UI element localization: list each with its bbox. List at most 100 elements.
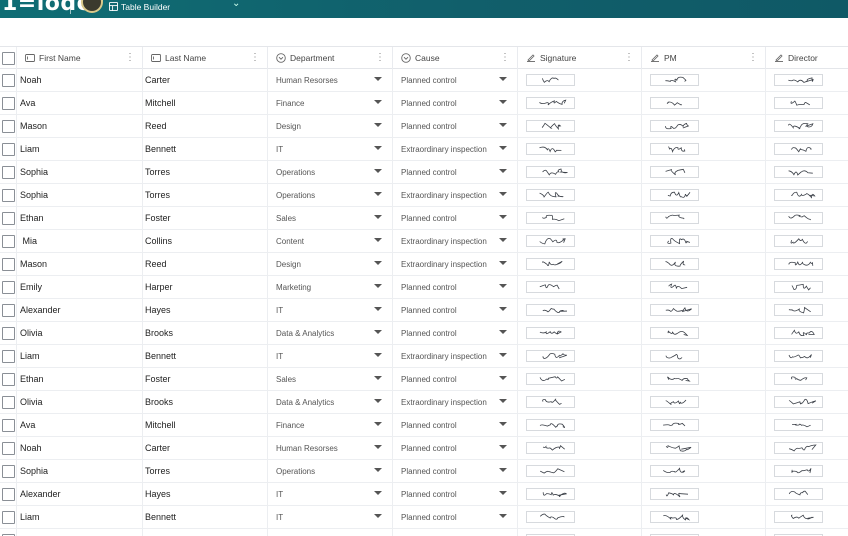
signature-cell[interactable] <box>518 184 642 206</box>
last-name-cell[interactable]: Brooks <box>143 322 268 344</box>
first-name-cell[interactable]: Mason <box>17 115 143 137</box>
department-select[interactable]: Design <box>268 115 393 137</box>
cause-select[interactable]: Planned control <box>393 115 518 137</box>
director-signature-cell[interactable] <box>766 161 848 183</box>
last-name-cell[interactable]: Torres <box>143 460 268 482</box>
signature-cell[interactable] <box>518 69 642 91</box>
signature-cell[interactable] <box>518 506 642 528</box>
last-name-cell[interactable]: Hayes <box>143 483 268 505</box>
director-signature-cell[interactable] <box>766 92 848 114</box>
table-row[interactable]: Olivia Brooks Data & Analytics Planned cont… <box>0 322 848 345</box>
director-signature-cell[interactable] <box>766 322 848 344</box>
dropdown-arrow-icon[interactable] <box>499 261 507 265</box>
dropdown-arrow-icon[interactable] <box>499 376 507 380</box>
director-signature-cell[interactable] <box>766 299 848 321</box>
director-signature-image[interactable] <box>774 373 823 385</box>
cause-select[interactable]: Extraordinary inspection <box>393 529 518 536</box>
row-checkbox[interactable] <box>1 257 15 271</box>
dropdown-arrow-icon[interactable] <box>374 376 382 380</box>
dropdown-arrow-icon[interactable] <box>374 422 382 426</box>
director-signature-image[interactable] <box>774 396 823 408</box>
dropdown-arrow-icon[interactable] <box>499 215 507 219</box>
table-row[interactable]: Noah Carter Human Resorses Planned control <box>0 437 848 460</box>
pm-signature-cell[interactable] <box>642 322 766 344</box>
director-signature-image[interactable] <box>774 166 823 178</box>
table-row[interactable]: Ava Mitchell Finance Planned control <box>0 414 848 437</box>
director-signature-cell[interactable] <box>766 391 848 413</box>
director-signature-cell[interactable] <box>766 69 848 91</box>
cause-select[interactable]: Planned control <box>393 276 518 298</box>
table-row[interactable]: Noah Carter Human Resorses Planned control <box>0 69 848 92</box>
pm-signature-image[interactable] <box>650 120 699 132</box>
row-checkbox[interactable] <box>1 464 15 478</box>
table-row[interactable]: Olivia Brooks Data & Analytics Extraordinar… <box>0 391 848 414</box>
table-row[interactable]: Mia Collins Content Extraordinary inspectio… <box>0 230 848 253</box>
signature-cell[interactable] <box>518 161 642 183</box>
director-signature-image[interactable] <box>774 212 823 224</box>
first-name-cell[interactable]: Mia <box>17 529 143 536</box>
pm-signature-cell[interactable] <box>642 345 766 367</box>
last-name-cell[interactable]: Mitchell <box>143 92 268 114</box>
director-signature-cell[interactable] <box>766 138 848 160</box>
first-name-cell[interactable]: Ethan <box>17 368 143 390</box>
dropdown-arrow-icon[interactable] <box>499 146 507 150</box>
dropdown-arrow-icon[interactable] <box>374 123 382 127</box>
cause-select[interactable]: Extraordinary inspection <box>393 184 518 206</box>
signature-image[interactable] <box>526 488 575 500</box>
director-signature-image[interactable] <box>774 488 823 500</box>
pm-signature-cell[interactable] <box>642 368 766 390</box>
column-menu-icon[interactable]: ⋮ <box>250 52 260 63</box>
signature-image[interactable] <box>526 97 575 109</box>
pm-signature-cell[interactable] <box>642 207 766 229</box>
first-name-cell[interactable]: Alexander <box>17 299 143 321</box>
first-name-cell[interactable]: Noah <box>17 437 143 459</box>
row-checkbox[interactable] <box>1 326 15 340</box>
signature-image[interactable] <box>526 120 575 132</box>
first-name-cell[interactable]: Olivia <box>17 391 143 413</box>
cause-select[interactable]: Extraordinary inspection <box>393 138 518 160</box>
cause-select[interactable]: Extraordinary inspection <box>393 230 518 252</box>
director-signature-cell[interactable] <box>766 437 848 459</box>
pm-signature-cell[interactable] <box>642 483 766 505</box>
director-signature-image[interactable] <box>774 235 823 247</box>
column-header-first-name[interactable]: First Name ⋮ <box>17 47 143 69</box>
row-checkbox[interactable] <box>1 510 15 524</box>
dropdown-arrow-icon[interactable] <box>499 445 507 449</box>
cause-select[interactable]: Planned control <box>393 414 518 436</box>
cause-select[interactable]: Planned control <box>393 483 518 505</box>
director-signature-cell[interactable] <box>766 184 848 206</box>
first-name-cell[interactable]: Emily <box>17 276 143 298</box>
first-name-cell[interactable]: Sophia <box>17 184 143 206</box>
signature-cell[interactable] <box>518 368 642 390</box>
row-checkbox[interactable] <box>1 142 15 156</box>
pm-signature-cell[interactable] <box>642 230 766 252</box>
department-select[interactable]: Operations <box>268 184 393 206</box>
dropdown-arrow-icon[interactable] <box>499 307 507 311</box>
signature-image[interactable] <box>526 511 575 523</box>
row-checkbox[interactable] <box>1 303 15 317</box>
signature-cell[interactable] <box>518 230 642 252</box>
director-signature-cell[interactable] <box>766 506 848 528</box>
pm-signature-image[interactable] <box>650 235 699 247</box>
column-menu-icon[interactable]: ⋮ <box>125 52 135 63</box>
dropdown-arrow-icon[interactable] <box>374 330 382 334</box>
signature-image[interactable] <box>526 166 575 178</box>
table-row[interactable]: Emily Harper Marketing Planned control <box>0 276 848 299</box>
row-checkbox[interactable] <box>1 395 15 409</box>
table-row[interactable]: Sophia Torres Operations Planned control <box>0 161 848 184</box>
director-signature-cell[interactable] <box>766 483 848 505</box>
dropdown-arrow-icon[interactable] <box>499 192 507 196</box>
director-signature-image[interactable] <box>774 258 823 270</box>
signature-image[interactable] <box>526 258 575 270</box>
signature-image[interactable] <box>526 419 575 431</box>
signature-cell[interactable] <box>518 276 642 298</box>
department-select[interactable]: Sales <box>268 368 393 390</box>
dropdown-arrow-icon[interactable] <box>374 77 382 81</box>
dropdown-arrow-icon[interactable] <box>499 123 507 127</box>
department-select[interactable]: IT <box>268 506 393 528</box>
signature-image[interactable] <box>526 212 575 224</box>
table-row[interactable]: Alexander Hayes IT Planned control <box>0 483 848 506</box>
dropdown-arrow-icon[interactable] <box>374 261 382 265</box>
pm-signature-cell[interactable] <box>642 184 766 206</box>
director-signature-image[interactable] <box>774 120 823 132</box>
